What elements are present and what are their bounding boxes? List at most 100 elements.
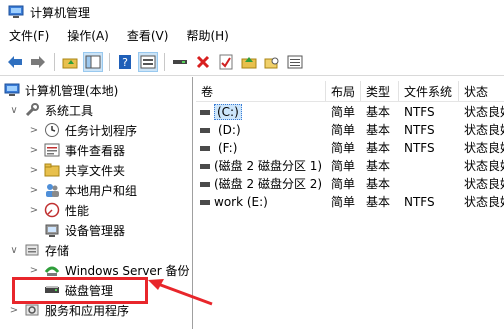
volume-layout: 简单 [331,177,356,191]
performance-icon [44,202,60,218]
console-icon[interactable] [138,51,158,72]
device-manager-icon [44,222,60,238]
tree-item-device-manager[interactable]: 设备管理器 [44,220,125,240]
tree-label-storage: 存储 [45,243,70,258]
tree-label-device-manager: 设备管理器 [65,223,126,238]
volume-layout: 简单 [331,105,356,119]
column-header-layout[interactable]: 布局 [326,81,361,101]
volume-list: 卷 布局 类型 文件系统 状态 (C:) 简单 基本 NTFS 状态良好 (D:… [196,77,504,329]
list-view-icon[interactable] [285,52,305,72]
tree-label-system-tools: 系统工具 [45,103,94,118]
tree-item-system-tools[interactable]: ∨ 系统工具 [8,100,93,120]
drive-icon [200,110,210,115]
forward-arrow-icon[interactable] [28,52,48,72]
chevron-right-icon[interactable]: > [8,304,20,316]
tree-label-task-scheduler: 任务计划程序 [65,123,138,138]
volume-name: (C:) [214,104,242,120]
volume-layout: 简单 [331,159,356,173]
menu-action[interactable]: 操作(A) [58,24,118,48]
volume-filesystem: NTFS [404,123,435,137]
backup-icon [44,262,60,278]
volume-name: (磁盘 2 磁盘分区 1) [214,159,323,173]
chevron-right-icon[interactable]: > [28,204,40,216]
computer-icon [4,82,20,98]
tree-item-task-scheduler[interactable]: > 任务计划程序 [28,120,137,140]
volume-filesystem: NTFS [404,195,435,209]
tree-item-local-users[interactable]: > 本地用户和组 [28,180,137,200]
drive-icon [200,128,210,133]
back-arrow-icon[interactable] [5,52,25,72]
chevron-right-icon[interactable]: > [28,124,40,136]
table-row[interactable]: (D:) 简单 基本 NTFS 状态良好 [196,121,504,139]
window-title: 计算机管理 [30,5,91,20]
column-header-status[interactable]: 状态 [459,81,504,101]
tree-item-event-viewer[interactable]: > 事件查看器 [28,140,125,160]
column-header-filesystem[interactable]: 文件系统 [399,81,459,101]
volume-type: 基本 [366,123,391,137]
tree-item-performance[interactable]: > 性能 [28,200,89,220]
tree-label-local-users: 本地用户和组 [65,183,138,198]
toolbar-separator [54,52,55,71]
chevron-right-icon[interactable]: > [28,264,40,276]
clock-icon [44,122,60,138]
show-tree-icon[interactable] [83,51,103,72]
volume-name: work (E:) [214,195,268,209]
menu-view[interactable]: 查看(V) [118,24,178,48]
chevron-down-icon[interactable]: ∨ [8,104,20,116]
annotation-arrow-icon [148,279,213,306]
menu-help[interactable]: 帮助(H) [177,24,237,48]
tree-item-shared-folders[interactable]: > 共享文件夹 [28,160,125,180]
help-icon[interactable]: ? [115,52,135,72]
toolbar-separator [109,52,110,71]
shared-folder-icon [44,162,60,178]
column-header-volume[interactable]: 卷 [196,81,326,101]
volume-layout: 简单 [331,123,356,137]
computer-management-icon [8,5,24,19]
table-row[interactable]: work (E:) 简单 基本 NTFS 状态良好 [196,193,504,211]
table-row[interactable]: (磁盘 2 磁盘分区 1) 简单 基本 状态良好 [196,157,504,175]
tree-label-shared-folders: 共享文件夹 [65,163,126,178]
chevron-down-icon[interactable]: ∨ [8,244,20,256]
chevron-right-icon[interactable]: > [28,184,40,196]
volume-layout: 简单 [331,141,356,155]
storage-icon [24,242,40,258]
drive-icon [200,182,210,187]
volume-type: 基本 [366,141,391,155]
header-divider [196,101,504,102]
tree-item-storage[interactable]: ∨ 存储 [8,240,69,260]
title-bar: 计算机管理 [0,0,504,24]
chevron-right-icon[interactable]: > [28,164,40,176]
volume-type: 基本 [366,105,391,119]
volume-status: 状态良好 [464,177,504,191]
volume-type: 基本 [366,177,391,191]
table-row[interactable]: (F:) 简单 基本 NTFS 状态良好 [196,139,504,157]
folder-search-icon[interactable] [262,52,282,72]
event-viewer-icon [44,142,60,158]
volume-name: (D:) [218,123,241,137]
volume-filesystem: NTFS [404,105,435,119]
annotation-highlight-box [12,277,148,304]
tree-label-event-viewer: 事件查看器 [65,143,126,158]
table-row[interactable]: (C:) 简单 基本 NTFS 状态良好 [196,103,504,121]
chevron-right-icon[interactable]: > [28,144,40,156]
services-icon [24,302,40,318]
volume-status: 状态良好 [464,159,504,173]
delete-icon[interactable] [193,52,213,72]
volume-layout: 简单 [331,195,356,209]
svg-text:?: ? [122,56,128,69]
menu-file[interactable]: 文件(F) [0,24,58,48]
tree-label-root: 计算机管理(本地) [25,83,119,98]
toolbar-separator [164,52,165,71]
table-row[interactable]: (磁盘 2 磁盘分区 2) 简单 基本 状态良好 [196,175,504,193]
column-header-type[interactable]: 类型 [361,81,399,101]
tree-item-root[interactable]: 计算机管理(本地) [4,80,118,100]
tree-label-performance: 性能 [65,203,90,218]
volume-filesystem: NTFS [404,141,435,155]
volume-type: 基本 [366,159,391,173]
volume-filesystem [404,157,458,175]
folder-arrow-icon[interactable] [239,52,259,72]
properties-icon[interactable] [216,52,236,72]
volume-name: (磁盘 2 磁盘分区 2) [214,177,323,191]
folder-up-icon[interactable] [60,52,80,72]
connect-icon[interactable] [170,52,190,72]
